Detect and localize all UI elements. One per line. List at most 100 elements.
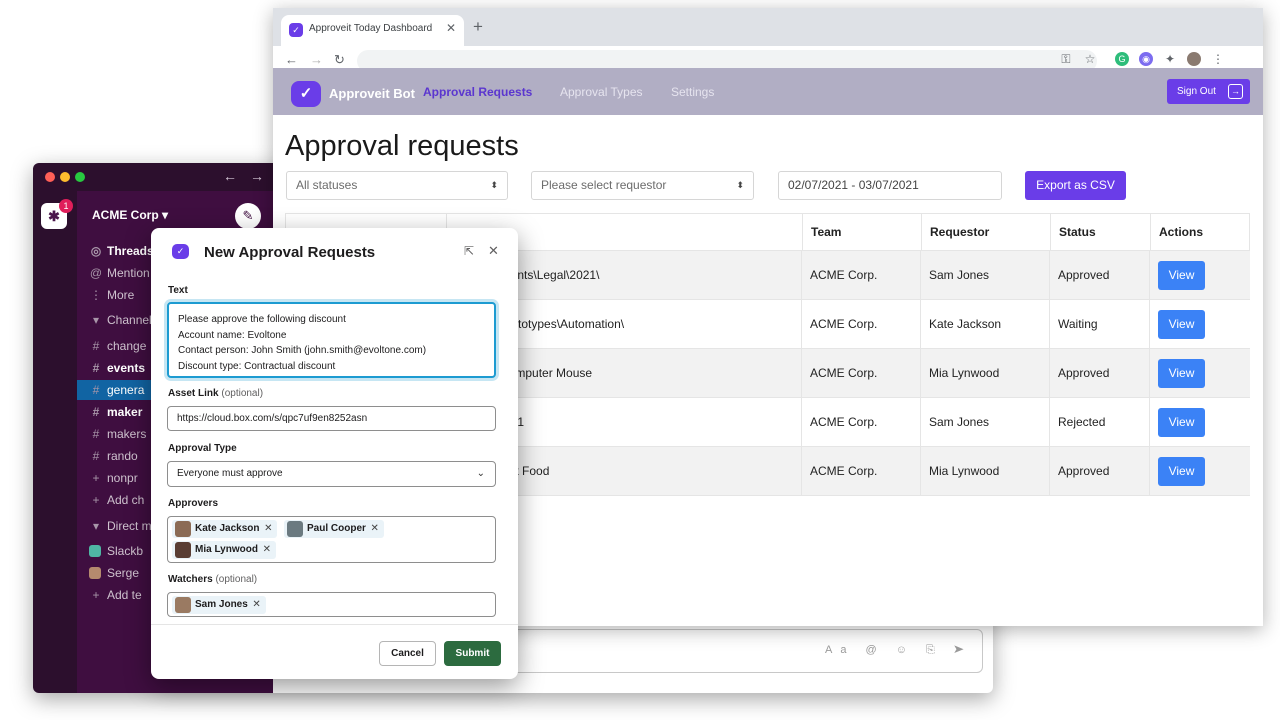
column-requestor[interactable]: Requestor bbox=[922, 214, 1050, 250]
remove-icon[interactable]: ✕ bbox=[252, 596, 260, 614]
open-external-icon[interactable]: ⇱ bbox=[464, 244, 474, 258]
asset-link-input[interactable]: https://cloud.box.com/s/qpc7uf9en8252asn bbox=[167, 406, 496, 431]
menu-kebab-icon[interactable]: ⋮ bbox=[1211, 52, 1225, 66]
sidebar-item-label: Slackb bbox=[107, 544, 144, 558]
approver-chip[interactable]: Kate Jackson ✕ bbox=[172, 520, 278, 538]
cell-requestor: Mia Lynwood bbox=[929, 464, 1000, 478]
cell-requestor: Sam Jones bbox=[929, 415, 990, 429]
approveit-favicon-icon: ✓ bbox=[289, 23, 303, 37]
requestor-filter-select[interactable]: Please select requestor ⬍ bbox=[531, 171, 754, 200]
plus-icon: + bbox=[92, 471, 100, 485]
sidebar-item-label: Threads bbox=[107, 244, 154, 258]
view-button[interactable]: View bbox=[1158, 309, 1205, 339]
message-toolbar[interactable]: Aa @ ☺ ⎘ ➤ bbox=[825, 644, 972, 657]
approveit-logo-icon[interactable]: ✓ bbox=[291, 81, 321, 107]
cell-team: ACME Corp. bbox=[810, 415, 878, 429]
approval-type-label: Approval Type bbox=[168, 443, 237, 454]
view-button[interactable]: View bbox=[1158, 358, 1205, 388]
forward-arrow-icon[interactable]: → bbox=[250, 168, 264, 184]
sidebar-item-label: maker bbox=[107, 405, 143, 419]
submit-button[interactable]: Submit bbox=[444, 641, 501, 666]
chevron-down-icon: ⌄ bbox=[476, 468, 485, 479]
hash-icon: # bbox=[92, 405, 100, 419]
nav-approval-types[interactable]: Approval Types bbox=[560, 85, 643, 99]
approvers-label: Approvers bbox=[168, 498, 219, 509]
sidebar-item-label: Add ch bbox=[107, 493, 145, 507]
column-team[interactable]: Team bbox=[803, 214, 921, 250]
hash-icon: # bbox=[92, 361, 100, 375]
requestor-filter-value: Please select requestor bbox=[541, 178, 667, 192]
watchers-multiselect[interactable]: Sam Jones ✕ bbox=[167, 592, 496, 617]
cancel-button[interactable]: Cancel bbox=[379, 641, 436, 666]
workspace-name[interactable]: ACME Corp ▾ bbox=[92, 208, 168, 222]
plus-icon: + bbox=[92, 493, 100, 507]
nav-settings[interactable]: Settings bbox=[671, 85, 714, 99]
remove-icon[interactable]: ✕ bbox=[263, 541, 271, 559]
key-icon[interactable]: ⚿ bbox=[1059, 52, 1073, 66]
back-icon[interactable]: ← bbox=[285, 52, 298, 67]
mentions-icon: @ bbox=[89, 266, 103, 280]
sidebar-item-label: Mention bbox=[107, 266, 150, 280]
bookmark-star-icon[interactable]: ☆ bbox=[1083, 52, 1097, 66]
cell-requestor: Sam Jones bbox=[929, 268, 990, 282]
remove-icon[interactable]: ✕ bbox=[371, 520, 379, 538]
maximize-window-icon[interactable] bbox=[75, 172, 85, 182]
text-textarea[interactable]: Please approve the following discount Ac… bbox=[167, 302, 496, 378]
view-button[interactable]: View bbox=[1158, 407, 1205, 437]
avatar bbox=[89, 545, 101, 557]
approval-type-select[interactable]: Everyone must approve ⌄ bbox=[167, 461, 496, 487]
date-range-input[interactable]: 02/07/2021 - 03/07/2021 bbox=[778, 171, 1002, 200]
close-tab-icon[interactable]: ✕ bbox=[446, 21, 456, 35]
sort-caret-icon: ⬍ bbox=[736, 180, 744, 190]
sign-out-icon: → bbox=[1228, 84, 1243, 99]
nav-approval-requests[interactable]: Approval Requests bbox=[423, 85, 532, 99]
approver-chip[interactable]: Paul Cooper ✕ bbox=[284, 520, 384, 538]
column-status[interactable]: Status bbox=[1051, 214, 1150, 250]
compose-icon[interactable]: ✎ bbox=[235, 203, 261, 229]
reload-icon[interactable]: ↻ bbox=[334, 52, 345, 68]
cell-status: Rejected bbox=[1058, 415, 1106, 429]
sidebar-item-label: nonpr bbox=[107, 471, 138, 485]
cell-team: ACME Corp. bbox=[810, 464, 878, 478]
back-arrow-icon[interactable]: ← bbox=[223, 168, 237, 184]
avatar bbox=[175, 521, 191, 537]
view-button[interactable]: View bbox=[1158, 456, 1205, 486]
profile-avatar[interactable] bbox=[1187, 52, 1201, 66]
approveit-logo-icon: ✓ bbox=[172, 244, 189, 259]
avatar bbox=[175, 597, 191, 613]
remove-icon[interactable]: ✕ bbox=[264, 520, 272, 538]
tab-strip: ✓ Approveit Today Dashboard ✕ + bbox=[273, 8, 1263, 46]
approver-chip[interactable]: Mia Lynwood ✕ bbox=[172, 541, 276, 559]
text-line: Contact person: John Smith (john.smith@e… bbox=[178, 345, 427, 356]
cell-team: ACME Corp. bbox=[810, 366, 878, 380]
new-approval-modal: ✓ New Approval Requests ⇱ ✕ Text Please … bbox=[151, 228, 518, 679]
column-actions: Actions bbox=[1159, 225, 1204, 239]
sidebar-item-label: makers bbox=[107, 427, 147, 441]
sidebar-item-label: Add te bbox=[107, 588, 142, 602]
status-filter-select[interactable]: All statuses ⬍ bbox=[286, 171, 508, 200]
new-tab-icon[interactable]: + bbox=[473, 17, 483, 37]
caret-icon: ▾ bbox=[92, 519, 100, 533]
modal-footer: Cancel Submit bbox=[151, 624, 518, 679]
extension-icon[interactable]: ◉ bbox=[1139, 52, 1153, 66]
text-label: Text bbox=[168, 285, 188, 296]
cell-actions: View bbox=[1150, 251, 1249, 299]
minimize-window-icon[interactable] bbox=[60, 172, 70, 182]
export-csv-button[interactable]: Export as CSV bbox=[1025, 171, 1126, 200]
close-window-icon[interactable] bbox=[45, 172, 55, 182]
avatar bbox=[89, 567, 101, 579]
close-icon[interactable]: ✕ bbox=[488, 243, 499, 259]
sidebar-item-label: Direct m bbox=[107, 519, 152, 533]
brand-name[interactable]: Approveit Bot bbox=[329, 86, 415, 101]
sign-out-button[interactable]: Sign Out → bbox=[1167, 79, 1250, 104]
sidebar-item-label: Serge bbox=[107, 566, 140, 580]
date-range-value: 02/07/2021 - 03/07/2021 bbox=[788, 178, 919, 192]
grammarly-extension-icon[interactable]: G bbox=[1115, 52, 1129, 66]
view-button[interactable]: View bbox=[1158, 260, 1205, 290]
forward-icon[interactable]: → bbox=[310, 52, 323, 67]
approvers-multiselect[interactable]: Kate Jackson ✕ Paul Cooper ✕ Mia Lynwood ✕ bbox=[167, 516, 496, 563]
watchers-label: Watchers (optional) bbox=[168, 574, 258, 585]
watcher-chip[interactable]: Sam Jones ✕ bbox=[172, 596, 266, 614]
browser-tab[interactable]: ✓ Approveit Today Dashboard ✕ bbox=[281, 15, 464, 46]
puzzle-extensions-icon[interactable]: ✦ bbox=[1163, 52, 1177, 66]
